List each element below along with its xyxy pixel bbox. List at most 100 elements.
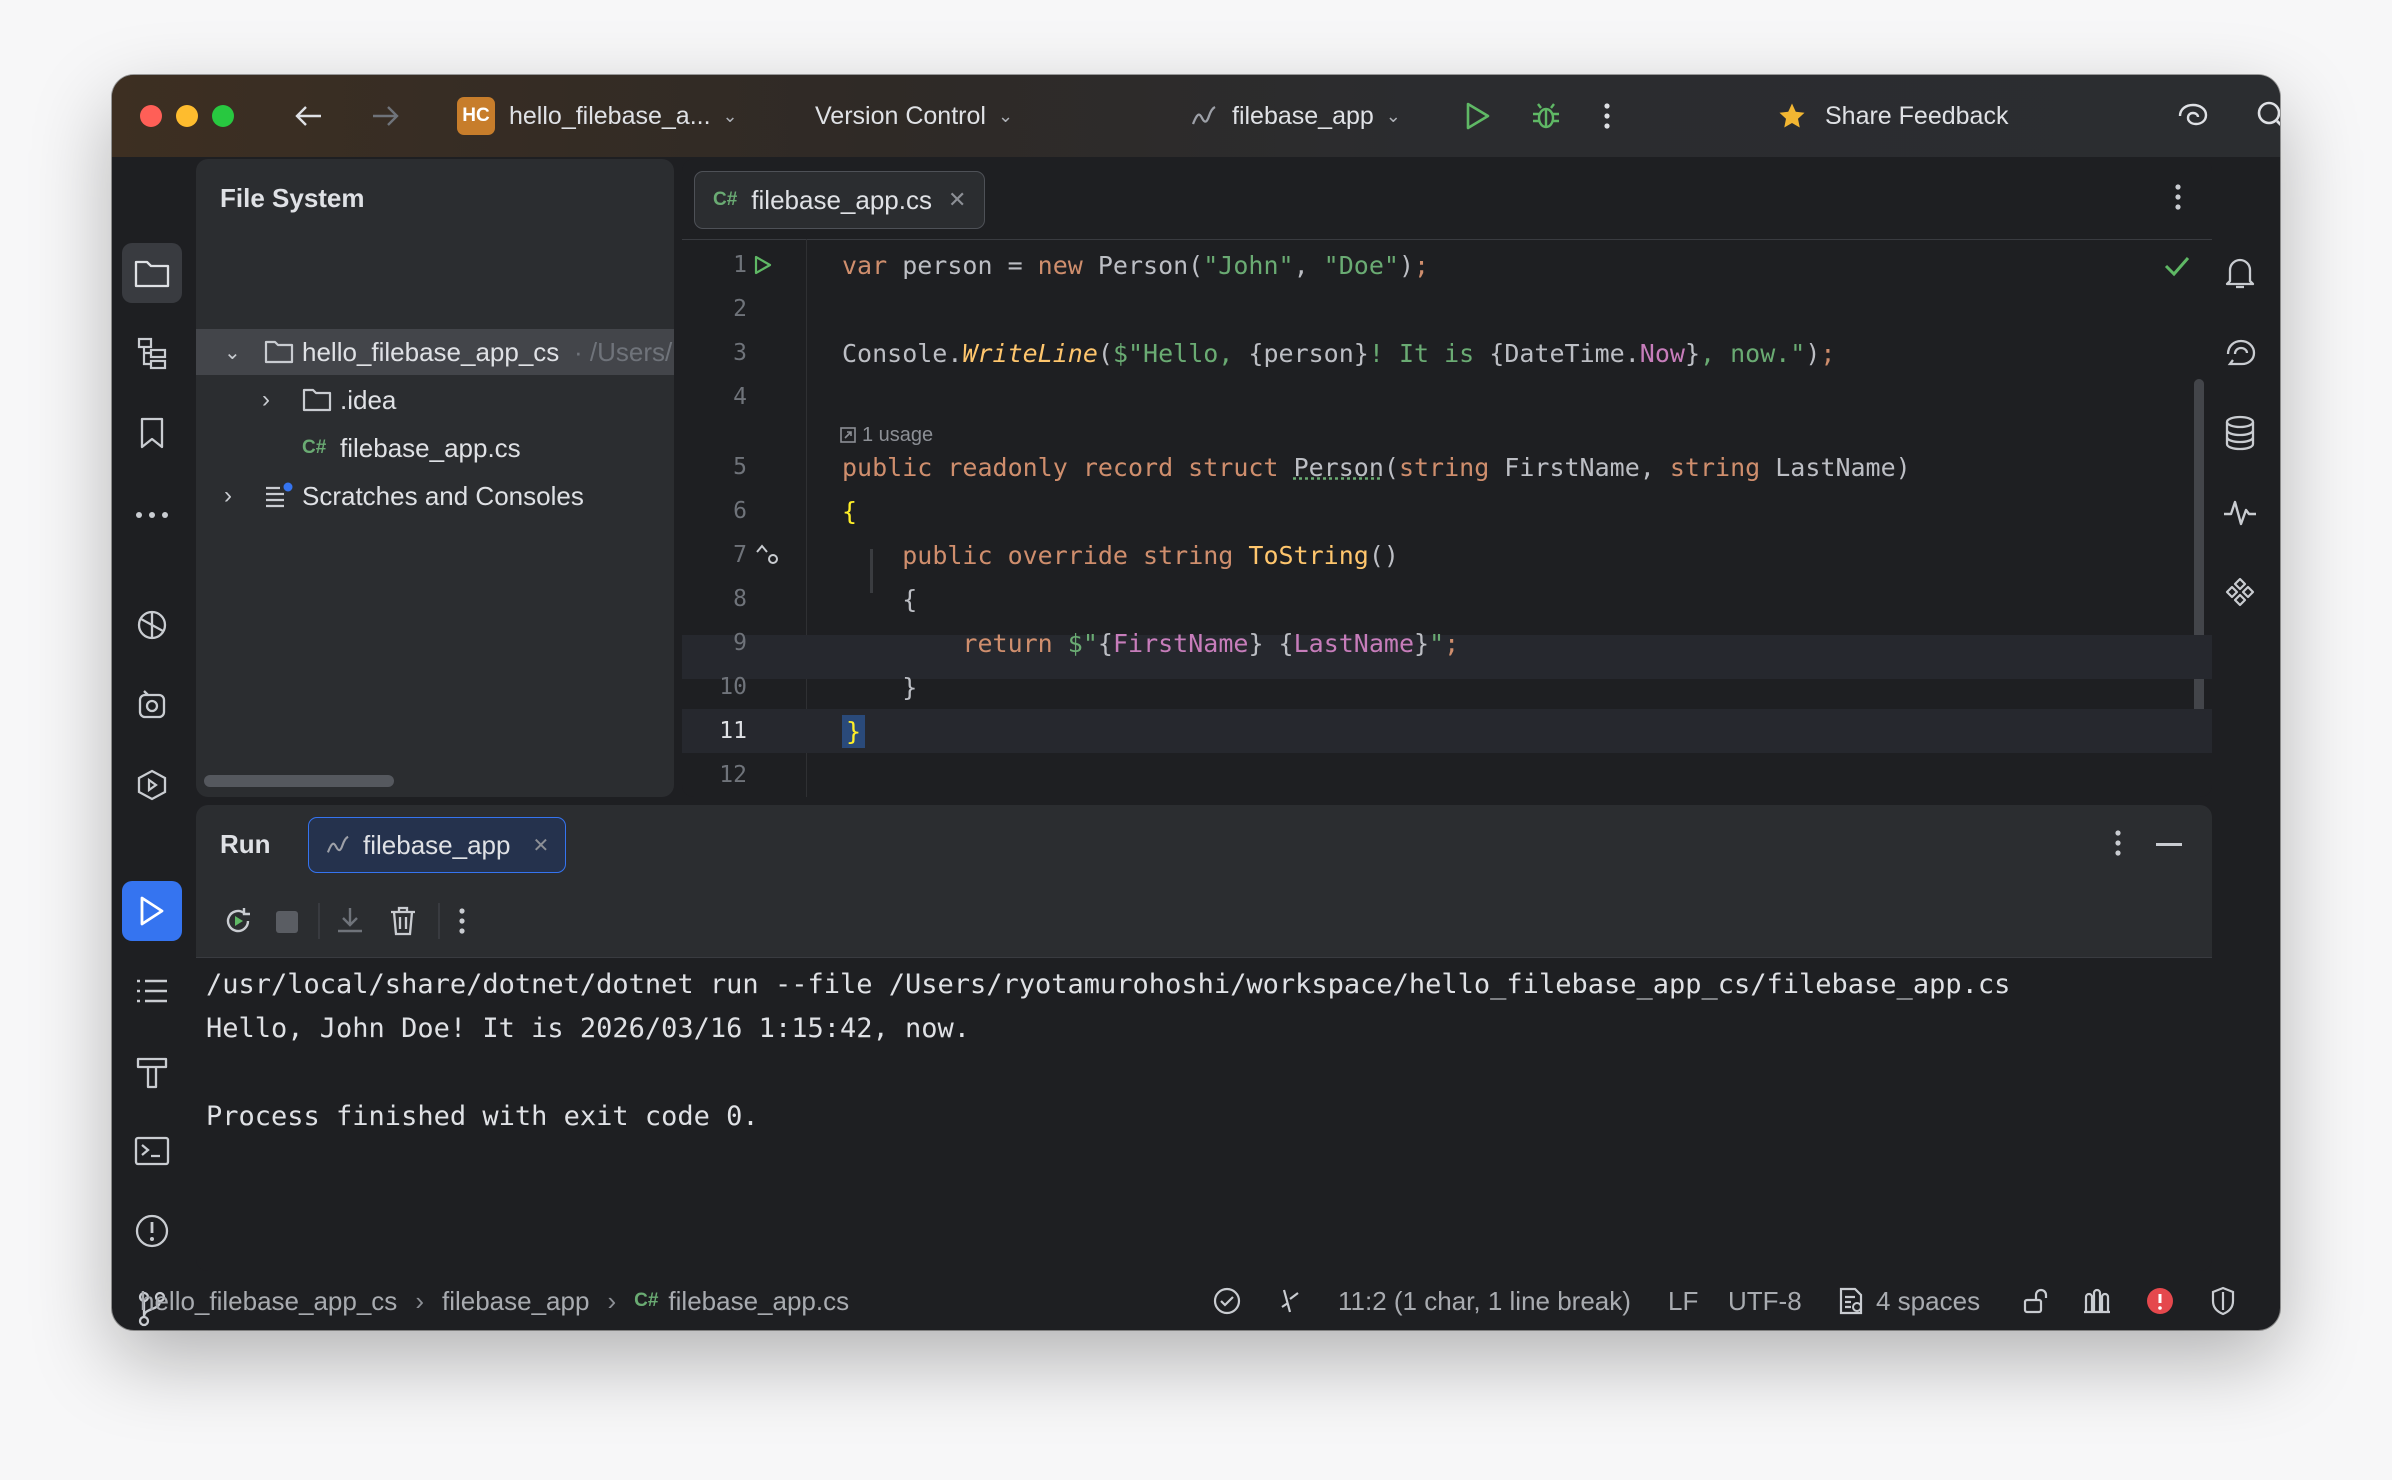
code-text: }: [842, 672, 918, 702]
version-control-label: Version Control: [815, 101, 986, 130]
problems-icon[interactable]: [122, 1201, 182, 1261]
ai-assistant-icon[interactable]: [2172, 95, 2214, 137]
csharp-file-icon: C#: [302, 437, 327, 458]
back-arrow-icon[interactable]: [288, 96, 328, 136]
minimize-panel-icon[interactable]: [2156, 843, 2182, 846]
right-tool-strip: [2200, 157, 2280, 1330]
code-line: 9 return $"{FirstName} {LastName}";: [682, 621, 2212, 665]
tree-path-hint: · /Users/: [574, 336, 673, 367]
code-text: var person = new Person("John", "Doe");: [842, 250, 1430, 280]
services-icon[interactable]: [122, 675, 182, 735]
code-line: 1 var person = new Person("John", "Doe")…: [682, 243, 2212, 287]
run-button[interactable]: [1457, 95, 1499, 137]
todo-list-icon[interactable]: [122, 961, 182, 1021]
indent-setting[interactable]: 4 spaces: [1838, 1272, 1980, 1330]
tree-row-project[interactable]: ⌄ hello_filebase_app_cs · /Users/: [196, 329, 674, 375]
profiler-pulse-icon[interactable]: [2210, 483, 2270, 543]
close-tab-icon[interactable]: ✕: [532, 833, 549, 858]
notifications-bell-icon[interactable]: [2210, 243, 2270, 303]
debug-services-icon[interactable]: [122, 755, 182, 815]
line-separator[interactable]: LF: [1668, 1272, 1698, 1330]
more-tools-icon[interactable]: [122, 485, 182, 545]
chevron-down-icon: ⌄: [224, 341, 241, 364]
run-tab-label: filebase_app: [363, 829, 511, 860]
tree-row-idea[interactable]: › .idea: [196, 377, 674, 423]
structure-icon[interactable]: [122, 323, 182, 383]
clear-trash-icon[interactable]: [388, 905, 418, 937]
rerun-icon[interactable]: [222, 905, 254, 937]
code-line: 5 public readonly record struct Person(s…: [682, 445, 2212, 489]
tree-row-file[interactable]: C# filebase_app.cs: [196, 425, 674, 471]
ai-status-icon[interactable]: [1278, 1272, 1302, 1330]
console-output[interactable]: /usr/local/share/dotnet/dotnet run --fil…: [196, 957, 2212, 1271]
file-encoding[interactable]: UTF-8: [1728, 1272, 1802, 1330]
code-line: 4: [682, 375, 2212, 419]
line-number: 10: [719, 674, 747, 700]
run-tool-icon[interactable]: [122, 881, 182, 941]
caret-position[interactable]: 11:2 (1 char, 1 line break): [1338, 1272, 1631, 1330]
forward-arrow-icon[interactable]: [366, 96, 406, 136]
share-feedback-label: Share Feedback: [1825, 101, 2009, 130]
version-control-menu[interactable]: Version Control ⌄: [815, 97, 1013, 135]
build-hammer-icon[interactable]: [122, 1041, 182, 1101]
terminal-icon[interactable]: [122, 1121, 182, 1181]
stop-icon[interactable]: [276, 911, 298, 933]
project-folder-icon[interactable]: [122, 243, 182, 303]
tree-label-idea: .idea: [340, 384, 397, 415]
horizontal-scrollbar[interactable]: [204, 775, 394, 787]
run-config-label: filebase_app: [1232, 101, 1374, 130]
file-system-panel: File System ⌄ hello_filebase_app_cs · /U…: [196, 159, 674, 797]
code-area[interactable]: 1 var person = new Person("John", "Doe")…: [682, 239, 2212, 797]
usage-link-icon: [840, 427, 856, 443]
console-line: Process finished with exit code 0.: [206, 1101, 759, 1132]
tree-row-scratches[interactable]: › Scratches and Consoles: [196, 473, 674, 519]
csharp-file-icon: C#: [634, 1290, 659, 1311]
line-number: 3: [733, 340, 747, 366]
unlock-icon[interactable]: [2022, 1272, 2050, 1330]
scroll-to-end-icon[interactable]: [334, 905, 366, 937]
zoom-window-button[interactable]: [212, 105, 234, 127]
chevron-right-icon: ›: [224, 482, 232, 509]
indent-label: 4 spaces: [1876, 1285, 1981, 1316]
minimize-window-button[interactable]: [176, 105, 198, 127]
file-panel-title: File System: [220, 183, 365, 213]
project-selector[interactable]: HC hello_filebase_a... ⌄: [457, 97, 738, 135]
run-tab-filebase-app[interactable]: filebase_app ✕: [308, 817, 567, 873]
run-config-selector[interactable]: filebase_app ⌄: [1190, 97, 1401, 135]
run-panel-more-icon[interactable]: [2114, 829, 2122, 857]
shield-icon[interactable]: [2210, 1272, 2236, 1330]
code-text: Console.WriteLine($"Hello, {person}! It …: [842, 338, 1836, 368]
chevron-right-icon: ›: [607, 1285, 617, 1316]
inspection-check-icon[interactable]: [1212, 1272, 1242, 1330]
error-indicator-icon[interactable]: [2146, 1272, 2174, 1330]
breadcrumb-file[interactable]: filebase_app.cs: [668, 1286, 849, 1317]
breadcrumb-project[interactable]: hello_filebase_app_cs: [140, 1286, 397, 1317]
chevron-down-icon: ⌄: [997, 105, 1014, 126]
editor-tab-bar: C# filebase_app.cs ✕: [682, 159, 2212, 240]
run-config-icon: [1190, 104, 1218, 128]
components-icon[interactable]: [2210, 563, 2270, 623]
database-icon[interactable]: [2210, 403, 2270, 463]
run-toolbar-more-icon[interactable]: [458, 907, 466, 935]
ide-window: HC hello_filebase_a... ⌄ Version Control…: [112, 75, 2280, 1330]
close-tab-icon[interactable]: ✕: [948, 187, 966, 213]
search-icon[interactable]: [2251, 95, 2280, 137]
line-number: 8: [733, 586, 747, 612]
editor-more-icon[interactable]: [2174, 183, 2182, 211]
more-actions-icon[interactable]: [1592, 95, 1622, 137]
code-text: public readonly record struct Person(str…: [842, 452, 1911, 482]
breadcrumb-config[interactable]: filebase_app: [442, 1286, 589, 1317]
ai-chat-icon[interactable]: [2210, 323, 2270, 383]
share-feedback-button[interactable]: Share Feedback: [1777, 97, 2008, 135]
memory-indicator-icon[interactable]: [2082, 1272, 2112, 1330]
plugins-icon[interactable]: [122, 595, 182, 655]
folder-icon: [264, 339, 294, 365]
chevron-down-icon: ⌄: [1385, 105, 1401, 126]
debug-bug-icon[interactable]: [1525, 95, 1567, 137]
bookmarks-icon[interactable]: [122, 403, 182, 463]
indent-icon: [1838, 1286, 1866, 1316]
console-line: Hello, John Doe! It is 2026/03/16 1:15:4…: [206, 1013, 971, 1044]
close-window-button[interactable]: [140, 105, 162, 127]
left-tool-strip: [112, 157, 192, 1330]
chevron-down-icon: ⌄: [722, 105, 738, 126]
